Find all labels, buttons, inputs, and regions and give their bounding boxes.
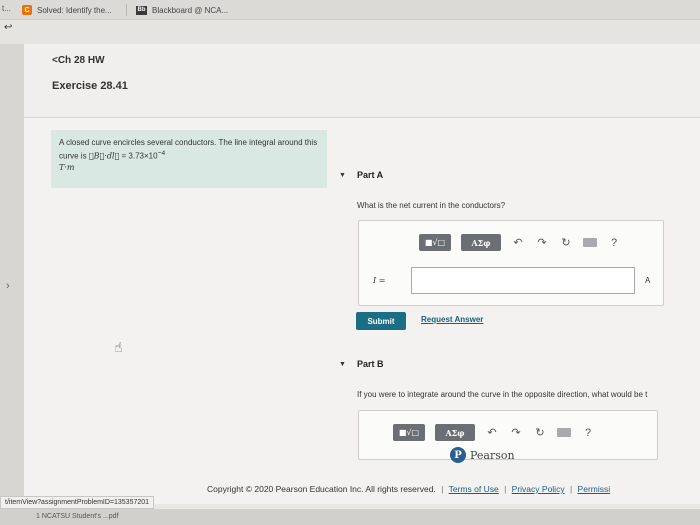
- request-answer-link[interactable]: Request Answer: [421, 315, 483, 324]
- part-a-answer-box: ■√□ ΑΣφ ↶ ↷ ↻ ? I = A: [358, 220, 664, 306]
- tab-fragment[interactable]: t...: [2, 4, 11, 13]
- page-title: Exercise 28.41: [52, 80, 128, 92]
- help-icon[interactable]: ?: [581, 427, 595, 439]
- templates-button[interactable]: ■√□: [419, 234, 451, 251]
- permissions-link[interactable]: Permissi: [578, 484, 611, 494]
- redo-icon[interactable]: ↷: [535, 236, 549, 249]
- math-toolbar: ■√□ ΑΣφ ↶ ↷ ↻ ?: [393, 424, 595, 441]
- tab-blackboard[interactable]: Bb Blackboard @ NCA...: [136, 2, 228, 18]
- undo-icon[interactable]: ↶: [485, 426, 499, 439]
- line-integral: ∮B⃗·dl⃗: [88, 151, 120, 161]
- answer-variable-label: I =: [373, 276, 386, 285]
- part-b-title[interactable]: Part B: [357, 359, 384, 369]
- undo-icon[interactable]: ↶: [511, 236, 525, 249]
- privacy-link[interactable]: Privacy Policy: [512, 484, 565, 494]
- greek-symbols-button[interactable]: ΑΣφ: [461, 234, 501, 251]
- part-a-question: What is the net current in the conductor…: [357, 201, 506, 210]
- status-bar-url: t/itemView?assignmentProblemID=135357201: [0, 496, 155, 509]
- problem-value: = 3.73×10: [119, 151, 158, 161]
- redo-icon[interactable]: ↷: [509, 426, 523, 439]
- tab-label: Blackboard @ NCA...: [152, 5, 229, 15]
- assignment-header: <Ch 28 HW Exercise 28.41: [24, 44, 700, 118]
- math-toolbar: ■√□ ΑΣφ ↶ ↷ ↻ ?: [419, 234, 621, 251]
- hand-cursor-icon: ☝: [114, 339, 123, 355]
- templates-button[interactable]: ■√□: [393, 424, 425, 441]
- reset-icon[interactable]: ↻: [533, 426, 547, 439]
- part-b-question: If you were to integrate around the curv…: [357, 390, 648, 399]
- tab-label: Solved: Identify the...: [37, 5, 112, 15]
- footer: Copyright © 2020 Pearson Education Inc. …: [207, 484, 611, 494]
- answer-input[interactable]: [411, 267, 635, 294]
- tab-solved[interactable]: C Solved: Identify the...: [22, 2, 112, 18]
- part-a-title[interactable]: Part A: [357, 170, 383, 180]
- keyboard-icon[interactable]: [583, 238, 597, 247]
- submit-button[interactable]: Submit: [356, 312, 406, 330]
- answer-unit: A: [645, 276, 651, 285]
- problem-statement: A closed curve encircles several conduct…: [51, 130, 327, 188]
- back-arrow-icon[interactable]: ↩: [4, 22, 12, 33]
- collapse-caret-icon[interactable]: ▼: [339, 172, 346, 179]
- download-item[interactable]: 1 NCATSU Student's ...pdf: [36, 513, 119, 520]
- greek-symbols-button[interactable]: ΑΣφ: [435, 424, 475, 441]
- help-icon[interactable]: ?: [607, 237, 621, 249]
- chegg-favicon-icon: C: [22, 5, 32, 15]
- browser-tab-strip: t... C Solved: Identify the... Bb Blackb…: [0, 0, 700, 20]
- chevron-right-icon[interactable]: ›: [6, 280, 10, 292]
- breadcrumb[interactable]: <Ch 28 HW: [52, 55, 105, 66]
- left-sidebar: ›: [0, 44, 24, 504]
- reset-icon[interactable]: ↻: [559, 236, 573, 249]
- tab-divider: [126, 4, 127, 16]
- main-panel: <Ch 28 HW Exercise 28.41 A closed curve …: [24, 44, 700, 504]
- copyright-text: Copyright © 2020 Pearson Education Inc. …: [207, 484, 436, 494]
- pearson-name: Pearson: [470, 448, 515, 462]
- blackboard-favicon-icon: Bb: [136, 5, 147, 15]
- terms-link[interactable]: Terms of Use: [449, 484, 499, 494]
- problem-unit: T·m: [59, 162, 75, 172]
- problem-exponent: −4: [157, 150, 166, 157]
- keyboard-icon[interactable]: [557, 428, 571, 437]
- collapse-caret-icon[interactable]: ▼: [339, 361, 346, 368]
- page-header-strip: ↩: [0, 20, 700, 44]
- pearson-logo-icon: P: [450, 447, 466, 463]
- pearson-brand: P Pearson: [450, 447, 515, 463]
